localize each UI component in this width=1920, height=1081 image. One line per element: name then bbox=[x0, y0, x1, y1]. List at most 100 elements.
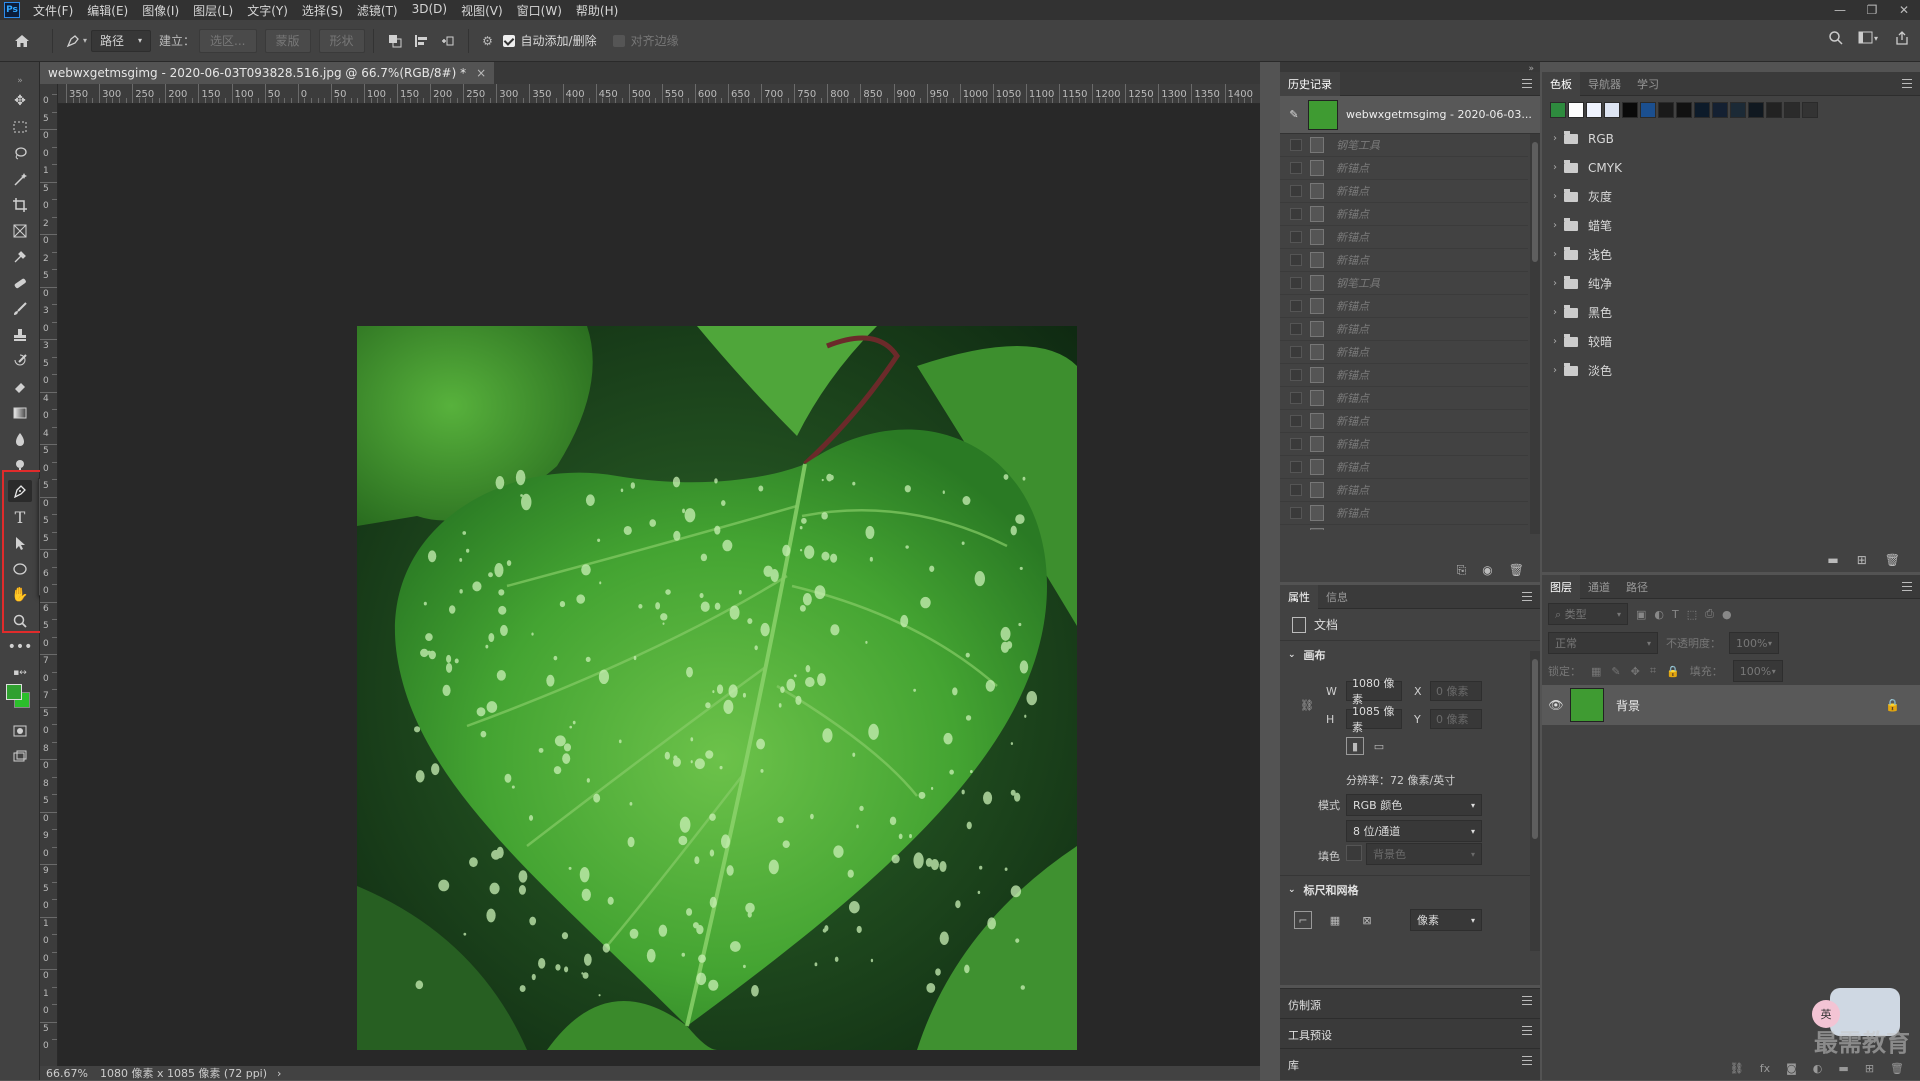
swatch-group[interactable]: › 淡色 bbox=[1546, 356, 1920, 385]
new-adjustment-icon[interactable]: ◐ bbox=[1813, 1062, 1823, 1075]
landscape-orientation-icon[interactable]: ▭ bbox=[1370, 737, 1388, 755]
opacity-field[interactable]: 100% ▾ bbox=[1729, 632, 1779, 654]
properties-menu-icon[interactable] bbox=[1522, 592, 1532, 601]
home-icon[interactable] bbox=[0, 27, 44, 55]
guides-toggle-icon[interactable]: ⊠ bbox=[1358, 911, 1376, 929]
toolbar-collapse-icon[interactable]: » bbox=[8, 70, 32, 92]
color-swatch[interactable] bbox=[1766, 102, 1782, 118]
width-field[interactable]: 1080 像素 bbox=[1346, 677, 1402, 706]
history-brush-checkbox[interactable] bbox=[1290, 438, 1302, 450]
new-group-icon[interactable]: ▬ bbox=[1838, 1062, 1848, 1075]
history-state[interactable]: 新锚点 bbox=[1280, 364, 1528, 387]
history-menu-icon[interactable] bbox=[1522, 79, 1532, 88]
path-alignment-icon[interactable] bbox=[408, 27, 434, 55]
fill-field[interactable]: 100% ▾ bbox=[1732, 660, 1783, 682]
filter-type-icon[interactable]: T bbox=[1672, 608, 1679, 621]
clone-stamp-tool-icon[interactable] bbox=[8, 324, 32, 346]
filter-smart-object-icon[interactable]: ⎙ bbox=[1705, 607, 1714, 621]
restore-icon[interactable]: ❐ bbox=[1856, 0, 1888, 20]
color-swatch[interactable] bbox=[1622, 102, 1638, 118]
collapsed-panel-2[interactable]: 库 bbox=[1280, 1048, 1540, 1080]
layers-menu-icon[interactable] bbox=[1902, 582, 1912, 591]
history-brush-checkbox[interactable] bbox=[1290, 185, 1302, 197]
delete-state-icon[interactable]: 🗑 bbox=[1509, 563, 1524, 577]
align-edges-checkbox[interactable]: 对齐边缘 bbox=[612, 27, 679, 55]
camera-snapshot-icon[interactable]: ◉ bbox=[1482, 563, 1492, 577]
quick-mask-icon[interactable] bbox=[8, 720, 32, 742]
pen-tool-preset-icon[interactable]: ▾ bbox=[61, 27, 91, 55]
delete-layer-icon[interactable]: 🗑 bbox=[1890, 1062, 1904, 1075]
expand-chevron-icon[interactable]: › bbox=[1546, 162, 1564, 173]
menu-item-9[interactable]: 窗口(W) bbox=[510, 2, 569, 19]
color-swatch[interactable] bbox=[1568, 102, 1584, 118]
link-layers-icon[interactable]: ⛓ bbox=[1730, 1062, 1744, 1075]
history-state[interactable]: 新锚点 bbox=[1280, 180, 1528, 203]
lock-all-icon[interactable]: 🔒 bbox=[1666, 665, 1680, 678]
collapsed-panel-1[interactable]: 工具预设 bbox=[1280, 1018, 1540, 1050]
history-state[interactable]: 新锚点 bbox=[1280, 525, 1528, 530]
expand-chevron-icon[interactable]: › bbox=[1546, 278, 1564, 289]
frame-tool-icon[interactable] bbox=[8, 220, 32, 242]
layers-tab-2[interactable]: 路径 bbox=[1618, 575, 1656, 599]
panel-menu-icon[interactable] bbox=[1522, 1056, 1532, 1065]
color-mode-select[interactable]: RGB 颜色 ▾ bbox=[1346, 794, 1482, 816]
history-brush-checkbox[interactable] bbox=[1290, 323, 1302, 335]
make-mask-button[interactable]: 蒙版 bbox=[264, 28, 311, 53]
canvas-section-chevron-icon[interactable]: ⌄ bbox=[1288, 650, 1296, 660]
history-state[interactable]: 新锚点 bbox=[1280, 456, 1528, 479]
layer-row-background[interactable]: 👁 背景 🔒 bbox=[1542, 685, 1920, 725]
history-brush-checkbox[interactable] bbox=[1290, 346, 1302, 358]
history-brush-checkbox[interactable] bbox=[1290, 300, 1302, 312]
lock-transparent-icon[interactable]: ▦ bbox=[1591, 665, 1601, 678]
expand-chevron-icon[interactable]: › bbox=[1546, 133, 1564, 144]
fill-color-swatch[interactable] bbox=[1346, 845, 1362, 861]
move-tool-icon[interactable]: ✥ bbox=[8, 90, 32, 112]
blur-tool-icon[interactable] bbox=[8, 428, 32, 450]
collapsed-panel-0[interactable]: 仿制源 bbox=[1280, 988, 1540, 1020]
history-brush-checkbox[interactable] bbox=[1290, 461, 1302, 473]
history-state[interactable]: 新锚点 bbox=[1280, 341, 1528, 364]
panel-menu-icon[interactable] bbox=[1522, 1026, 1532, 1035]
ruler-units-select[interactable]: 像素 ▾ bbox=[1410, 909, 1482, 931]
layer-lock-icon[interactable]: 🔒 bbox=[1885, 698, 1900, 712]
zoom-level[interactable]: 66.67% bbox=[46, 1067, 88, 1080]
menu-item-3[interactable]: 图层(L) bbox=[186, 2, 240, 19]
layers-tab-1[interactable]: 通道 bbox=[1580, 575, 1618, 599]
color-swatch[interactable] bbox=[1694, 102, 1710, 118]
x-field[interactable]: 0 像素 bbox=[1430, 681, 1482, 701]
lasso-tool-icon[interactable] bbox=[8, 142, 32, 164]
swatches-tab-0[interactable]: 色板 bbox=[1542, 71, 1580, 96]
history-state[interactable]: 新锚点 bbox=[1280, 502, 1528, 525]
new-document-from-state-icon[interactable]: ⎘ bbox=[1457, 563, 1467, 578]
properties-scrollbar[interactable] bbox=[1530, 651, 1540, 951]
add-mask-icon[interactable]: ◙ bbox=[1786, 1062, 1797, 1075]
swatch-group[interactable]: › 灰度 bbox=[1546, 182, 1920, 211]
history-state[interactable]: 钢笔工具 bbox=[1280, 134, 1528, 157]
expand-chevron-icon[interactable]: › bbox=[1546, 307, 1564, 318]
minimize-icon[interactable]: — bbox=[1824, 0, 1856, 20]
layers-tab-0[interactable]: 图层 bbox=[1542, 574, 1580, 599]
link-dimensions-icon[interactable]: ⛓ bbox=[1300, 699, 1314, 712]
tool-mode-select[interactable]: 路径 ▾ bbox=[91, 29, 152, 52]
y-field[interactable]: 0 像素 bbox=[1430, 709, 1482, 729]
history-state[interactable]: 新锚点 bbox=[1280, 157, 1528, 180]
panel-menu-icon[interactable] bbox=[1522, 996, 1532, 1005]
color-swatch[interactable] bbox=[1730, 102, 1746, 118]
properties-tab-0[interactable]: 属性 bbox=[1280, 584, 1318, 609]
rulers-section-chevron-icon[interactable]: ⌄ bbox=[1288, 885, 1296, 895]
history-brush-tool-icon[interactable] bbox=[8, 350, 32, 372]
history-brush-checkbox[interactable] bbox=[1290, 208, 1302, 220]
menu-item-4[interactable]: 文字(Y) bbox=[240, 2, 295, 19]
path-arrangement-icon[interactable] bbox=[434, 27, 460, 55]
path-operations-icon[interactable] bbox=[382, 27, 408, 55]
history-state[interactable]: 新锚点 bbox=[1280, 249, 1528, 272]
swatch-group[interactable]: › 纯净 bbox=[1546, 269, 1920, 298]
color-swatch[interactable] bbox=[1550, 102, 1566, 118]
expand-chevron-icon[interactable]: › bbox=[1546, 191, 1564, 202]
screen-mode-icon[interactable] bbox=[8, 746, 32, 768]
make-selection-button[interactable]: 选区... bbox=[199, 28, 257, 53]
visibility-eye-icon[interactable]: 👁 bbox=[1542, 698, 1570, 712]
history-brush-checkbox[interactable] bbox=[1290, 415, 1302, 427]
more-tools-icon[interactable]: ••• bbox=[8, 636, 33, 658]
swatch-group[interactable]: › 黑色 bbox=[1546, 298, 1920, 327]
